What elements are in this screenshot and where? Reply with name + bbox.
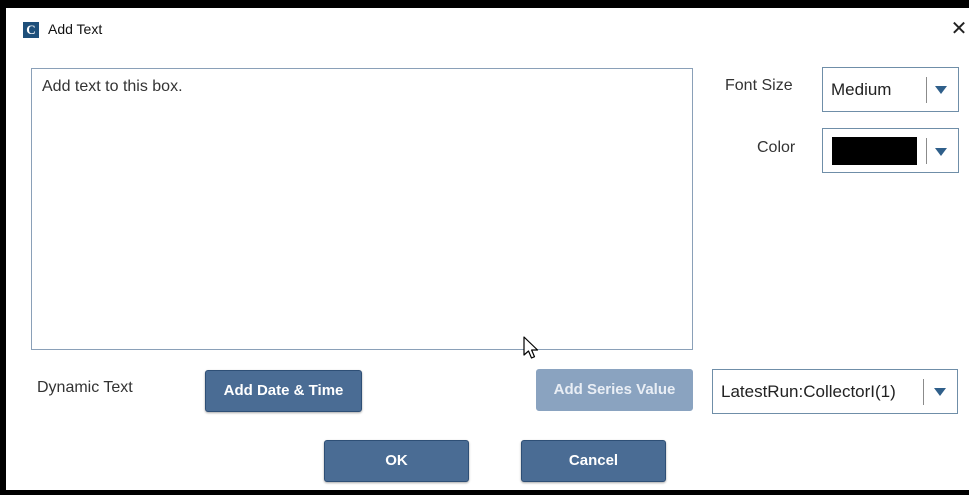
cancel-button[interactable]: Cancel xyxy=(521,440,666,482)
add-series-value-button[interactable]: Add Series Value xyxy=(536,369,693,411)
chevron-down-icon xyxy=(934,388,946,396)
font-size-dropdown[interactable]: Medium xyxy=(822,67,959,112)
ok-button[interactable]: OK xyxy=(324,440,469,482)
mouse-pointer-icon xyxy=(523,336,539,359)
series-value: LatestRun:CollectorI(1) xyxy=(721,382,896,401)
font-size-label: Font Size xyxy=(725,77,793,94)
chevron-down-icon xyxy=(935,148,947,156)
window-border-left xyxy=(0,0,6,495)
add-date-time-button[interactable]: Add Date & Time xyxy=(205,370,362,412)
dropdown-separator xyxy=(926,138,927,164)
font-size-value: Medium xyxy=(831,80,892,99)
title-bar: C Add Text ✕ xyxy=(6,8,969,50)
color-swatch xyxy=(832,137,917,165)
dynamic-text-label: Dynamic Text xyxy=(37,379,133,396)
color-dropdown[interactable] xyxy=(822,128,959,173)
window-border-top xyxy=(0,0,969,8)
dropdown-separator xyxy=(926,77,927,103)
text-input-area[interactable]: Add text to this box. xyxy=(31,68,693,350)
window-border-bottom xyxy=(0,490,969,495)
dropdown-separator xyxy=(923,379,924,405)
add-text-dialog: C Add Text ✕ Add text to this box. Font … xyxy=(0,0,969,495)
chevron-down-icon xyxy=(935,86,947,94)
close-icon[interactable]: ✕ xyxy=(949,17,969,41)
series-dropdown[interactable]: LatestRun:CollectorI(1) xyxy=(712,369,958,414)
dialog-title: Add Text xyxy=(48,21,103,37)
color-label: Color xyxy=(757,139,796,156)
app-logo-icon: C xyxy=(23,22,39,38)
